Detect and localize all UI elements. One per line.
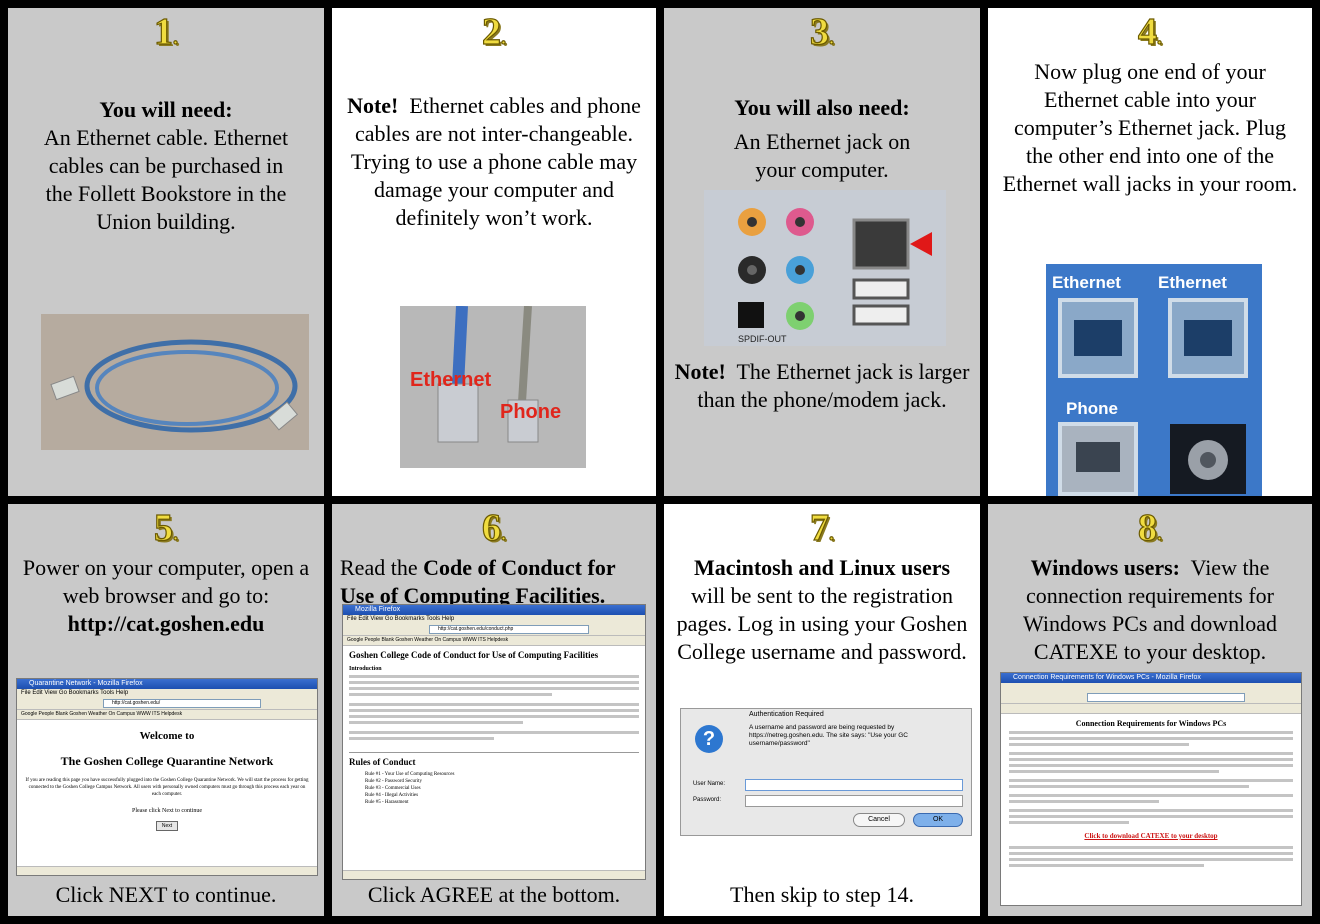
mini-rules-heading: Rules of Conduct [349, 752, 639, 767]
ethernet-photo-label: Ethernet [410, 369, 491, 391]
step-3-note-body: The Ethernet jack is larger than the pho… [697, 359, 970, 412]
step-7-body: will be sent to the registration pages. … [676, 583, 968, 664]
step-2-panel: 2. Note! Ethernet cables and phone cable… [332, 8, 656, 496]
mini-conduct-heading: Goshen College Code of Conduct for Use o… [349, 650, 599, 660]
mini-menubar: File Edit View Go Bookmarks Tools Help [343, 615, 645, 623]
step-5-body: Power on your computer, open a web brows… [22, 555, 310, 608]
mini-menubar [1001, 683, 1301, 691]
mini-prompt: Please click Next to continue [132, 808, 202, 814]
question-icon: ? [695, 725, 723, 753]
mini-menubar: File Edit View Go Bookmarks Tools Help [17, 689, 317, 697]
user-name-input[interactable] [745, 779, 963, 791]
step-5-url: http://cat.goshen.edu [67, 611, 265, 636]
user-name-label: User Name: [693, 781, 726, 787]
step-3-body: An Ethernet jack on your computer. [733, 129, 911, 182]
mini-navbar: http://cat.goshen.edu/ [17, 697, 317, 710]
ok-button[interactable]: OK [913, 813, 963, 827]
computer-jacks-photo: SPDIF-OUT [704, 190, 946, 346]
wall-ethernet-label-1: Ethernet [1052, 273, 1121, 292]
step-2-note-label: Note! [347, 93, 399, 118]
auth-dialog-title: Authentication Required [749, 711, 824, 718]
mini-bookmarks: Google People Blank Goshen Weather On Ca… [17, 710, 317, 720]
mini-titlebar: Quarantine Network - Mozilla Firefox [17, 679, 317, 689]
mini-quarantine-para: If you are reading this page you have su… [25, 778, 309, 797]
step-5-footer: Click NEXT to continue. [55, 882, 277, 907]
mini-titlebar: Connection Requirements for Windows PCs … [1001, 673, 1301, 683]
step-3-panel: 3. You will also need: An Ethernet jack … [664, 8, 980, 496]
mini-statusbar [17, 866, 317, 875]
step-7-footer: Then skip to step 14. [730, 882, 914, 907]
step-6-intro: Read the [340, 555, 418, 580]
mini-quarantine-heading: The Goshen College Quarantine Network [60, 754, 274, 768]
mini-navbar [1001, 691, 1301, 704]
mini-next-button[interactable]: Next [155, 821, 179, 831]
mini-bookmarks [1001, 704, 1301, 714]
mini-bookmarks: Google People Blank Goshen Weather On Ca… [343, 636, 645, 646]
step-3-note-label: Note! [674, 359, 726, 384]
step-6-footer: Click AGREE at the bottom. [367, 882, 621, 907]
mini-rule-link[interactable]: Rule #2 - Password Security [365, 778, 639, 785]
instruction-grid: 1. You will need: An Ethernet cable. Eth… [0, 0, 1320, 924]
mini-download-link[interactable]: Click to download CATEXE to your desktop [1001, 832, 1301, 840]
step-7-number: 7. [809, 507, 834, 549]
ethernet-cable-photo [41, 314, 309, 450]
mini-address-bar: http://cat.goshen.edu/ [103, 699, 261, 708]
mini-rule-link[interactable]: Rule #4 - Illegal Activities [365, 792, 639, 799]
password-label: Password: [693, 797, 722, 803]
spdif-out-label: SPDIF-OUT [738, 334, 787, 344]
auth-dialog-message: A username and password are being reques… [749, 724, 908, 747]
mini-rule-link[interactable]: Rule #1 - Your Use of Computing Resource… [365, 771, 639, 778]
step-4-body: Now plug one end of your Ethernet cable … [1002, 59, 1298, 196]
step-1-body: An Ethernet cable. Ethernet cables can b… [43, 125, 289, 234]
wall-ethernet-label-2: Ethernet [1158, 273, 1227, 292]
step-7-heading: Macintosh and Linux users [693, 555, 951, 580]
mini-welcome: Welcome to [139, 730, 195, 742]
step-8-heading: Windows users: [1030, 555, 1181, 580]
mini-rule-link[interactable]: Rule #5 - Harassment [365, 799, 639, 806]
cable-comparison-photo: Ethernet Phone [400, 306, 586, 468]
step-5-number: 5. [153, 507, 178, 549]
step-1-panel: 1. You will need: An Ethernet cable. Eth… [8, 8, 324, 496]
auth-dialog: Authentication Required ? A username and… [680, 708, 972, 836]
step-1-heading: You will need: [99, 97, 233, 122]
wall-jacks-photo: Ethernet Ethernet Phone [1046, 264, 1262, 496]
quarantine-browser-screenshot: Quarantine Network - Mozilla Firefox Fil… [16, 678, 318, 876]
mini-rule-link[interactable]: Rule #3 - Commercial Uses [365, 785, 639, 792]
cancel-button[interactable]: Cancel [853, 813, 905, 827]
step-3-number: 3. [809, 11, 834, 53]
step-6-number: 6. [481, 507, 506, 549]
step-3-heading: You will also need: [734, 95, 910, 120]
step-2-number: 2. [481, 11, 506, 53]
step-7-panel: 7. Macintosh and Linux users will be sen… [664, 504, 980, 916]
mini-intro-heading: Introduction [349, 666, 382, 672]
mini-statusbar [343, 870, 645, 879]
step-8-number: 8. [1137, 507, 1162, 549]
mini-address-bar: http://cat.goshen.edu/conduct.php [429, 625, 589, 634]
step-6-panel: 6. Read the Code of Conduct for Use of C… [332, 504, 656, 916]
mini-navbar: http://cat.goshen.edu/conduct.php [343, 623, 645, 636]
mini-requirements-heading: Connection Requirements for Windows PCs [1075, 719, 1227, 728]
conduct-browser-screenshot: Mozilla Firefox File Edit View Go Bookma… [342, 604, 646, 880]
step-1-number: 1. [153, 11, 178, 53]
step-4-panel: 4. Now plug one end of your Ethernet cab… [988, 8, 1312, 496]
phone-photo-label: Phone [500, 401, 561, 423]
mini-titlebar: Mozilla Firefox [343, 605, 645, 615]
password-input[interactable] [745, 795, 963, 807]
wall-phone-label: Phone [1066, 399, 1118, 418]
step-4-number: 4. [1137, 11, 1162, 53]
step-5-panel: 5. Power on your computer, open a web br… [8, 504, 324, 916]
windows-requirements-screenshot: Connection Requirements for Windows PCs … [1000, 672, 1302, 906]
mini-address-bar [1087, 693, 1245, 702]
step-8-panel: 8. Windows users: View the connection re… [988, 504, 1312, 916]
